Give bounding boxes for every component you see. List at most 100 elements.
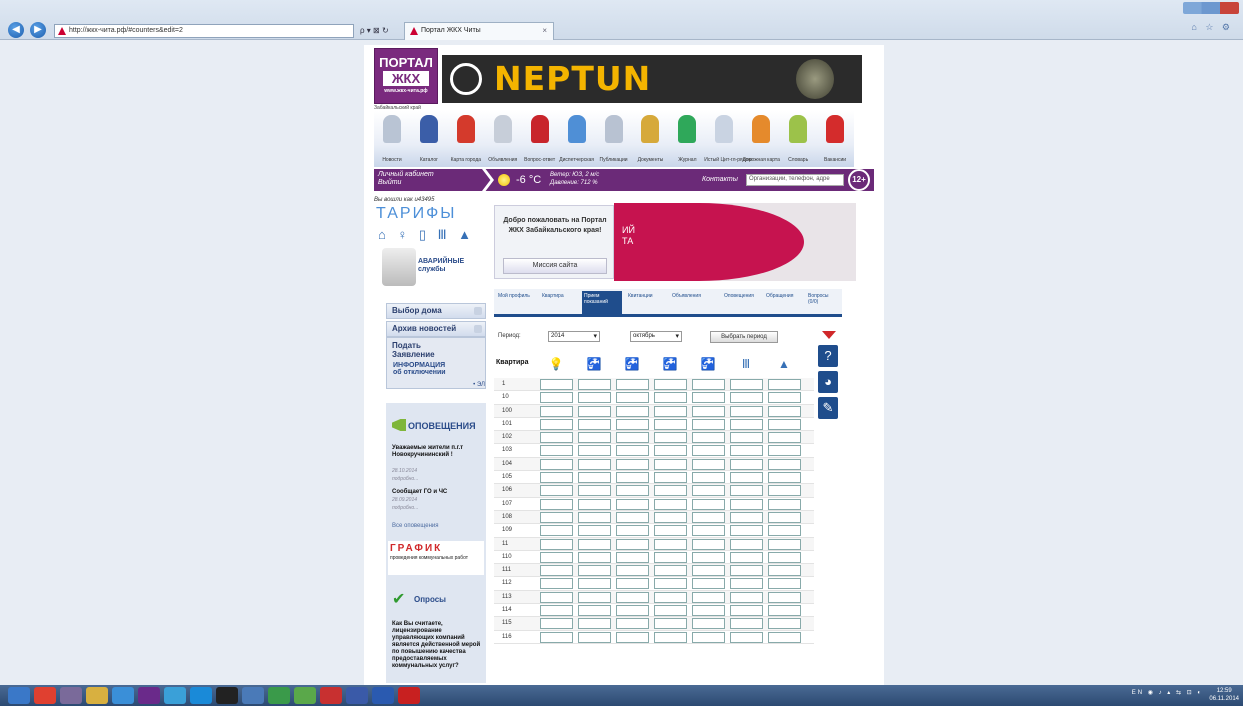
meter-reading-input[interactable]	[616, 405, 649, 417]
meter-reading-input[interactable]	[540, 618, 573, 630]
meter-reading-input[interactable]	[730, 591, 763, 603]
meter-reading-input[interactable]	[616, 458, 649, 470]
meter-reading-input[interactable]	[692, 498, 725, 510]
edit-icon[interactable]: ✎	[818, 397, 838, 419]
meter-reading-input[interactable]	[692, 485, 725, 497]
meter-reading-input[interactable]	[540, 591, 573, 603]
nav-icon-item[interactable]: Публикации	[594, 115, 634, 163]
meter-reading-input[interactable]	[768, 418, 801, 430]
taskbar-app-icon[interactable]	[346, 687, 368, 704]
meter-reading-input[interactable]	[578, 405, 611, 417]
tab-item[interactable]: Мой профиль	[496, 291, 536, 315]
meter-reading-input[interactable]	[768, 525, 801, 537]
news-archive-button[interactable]: Архив новостей	[386, 321, 486, 337]
taskbar-app-icon[interactable]	[164, 687, 186, 704]
tab-item[interactable]: Оповещения	[722, 291, 762, 315]
meter-reading-input[interactable]	[692, 405, 725, 417]
meter-reading-input[interactable]	[578, 445, 611, 457]
meter-reading-input[interactable]	[768, 432, 801, 444]
taskbar-app-icon[interactable]	[372, 687, 394, 704]
nav-icon-item[interactable]: Объявления	[483, 115, 523, 163]
taskbar-app-icon[interactable]	[112, 687, 134, 704]
meter-reading-input[interactable]	[768, 578, 801, 590]
meter-reading-input[interactable]	[616, 618, 649, 630]
meter-reading-input[interactable]	[730, 432, 763, 444]
ad-banner[interactable]: NEPTUN	[442, 55, 862, 103]
meter-reading-input[interactable]	[540, 578, 573, 590]
meter-reading-input[interactable]	[540, 498, 573, 510]
taskbar-app-icon[interactable]	[60, 687, 82, 704]
meter-reading-input[interactable]	[616, 379, 649, 390]
meter-reading-input[interactable]	[616, 591, 649, 603]
meter-reading-input[interactable]	[540, 525, 573, 537]
meter-reading-input[interactable]	[654, 565, 687, 577]
meter-reading-input[interactable]	[692, 618, 725, 630]
meter-reading-input[interactable]	[540, 551, 573, 563]
tab-item[interactable]: Прием показаний	[582, 291, 622, 315]
nav-icon-item[interactable]: Вакансии	[815, 115, 855, 163]
taskbar-app-icon[interactable]	[86, 687, 108, 704]
nav-icon-item[interactable]: Карта города	[446, 115, 486, 163]
meter-reading-input[interactable]	[692, 565, 725, 577]
meter-reading-input[interactable]	[692, 551, 725, 563]
meter-reading-input[interactable]	[730, 565, 763, 577]
meter-reading-input[interactable]	[540, 458, 573, 470]
meter-reading-input[interactable]	[692, 525, 725, 537]
meter-reading-input[interactable]	[730, 511, 763, 523]
month-select[interactable]: октябрь	[630, 331, 682, 342]
submit-request-block[interactable]: Подать Заявление ИНФОРМАЦИЯ об отключени…	[386, 337, 486, 389]
tariffs-title[interactable]: ТАРИФЫ	[376, 205, 456, 223]
meter-reading-input[interactable]	[692, 511, 725, 523]
meter-reading-input[interactable]	[616, 445, 649, 457]
meter-reading-input[interactable]	[768, 458, 801, 470]
meter-reading-input[interactable]	[768, 631, 801, 643]
meter-reading-input[interactable]	[730, 538, 763, 550]
polls-title[interactable]: Опросы	[414, 595, 446, 604]
nav-icon-item[interactable]: Истый Цит-гл-рядом	[704, 115, 752, 163]
tab-item[interactable]: Обращения	[764, 291, 804, 315]
taskbar-app-icon[interactable]	[320, 687, 342, 704]
meter-reading-input[interactable]	[578, 432, 611, 444]
meter-reading-input[interactable]	[768, 591, 801, 603]
mission-button[interactable]: Миссия сайта	[503, 258, 607, 274]
meter-reading-input[interactable]	[692, 605, 725, 617]
nav-icon-item[interactable]: Каталог	[409, 115, 449, 163]
meter-reading-input[interactable]	[654, 472, 687, 484]
meter-reading-input[interactable]	[578, 498, 611, 510]
meter-reading-input[interactable]	[692, 392, 725, 404]
meter-reading-input[interactable]	[654, 445, 687, 457]
meter-reading-input[interactable]	[730, 472, 763, 484]
forward-button[interactable]: ▶	[30, 22, 46, 38]
meter-reading-input[interactable]	[692, 458, 725, 470]
meter-reading-input[interactable]	[730, 498, 763, 510]
meter-reading-input[interactable]	[768, 538, 801, 550]
meter-reading-input[interactable]	[578, 472, 611, 484]
window-controls[interactable]	[1183, 2, 1239, 14]
tariff-icons[interactable]: ⌂ ♀ ▯ Ⅲ ▲	[378, 227, 475, 243]
meter-reading-input[interactable]	[540, 418, 573, 430]
meter-reading-input[interactable]	[540, 405, 573, 417]
meter-reading-input[interactable]	[616, 472, 649, 484]
notice-more-link[interactable]: подробно...	[392, 476, 418, 482]
meter-reading-input[interactable]	[540, 392, 573, 404]
meter-reading-input[interactable]	[540, 472, 573, 484]
meter-reading-input[interactable]	[578, 591, 611, 603]
meter-reading-input[interactable]	[730, 631, 763, 643]
meter-reading-input[interactable]	[768, 485, 801, 497]
taskbar-app-icon[interactable]	[398, 687, 420, 704]
meter-reading-input[interactable]	[616, 551, 649, 563]
tab-close-icon[interactable]: ×	[542, 23, 547, 39]
meter-reading-input[interactable]	[540, 485, 573, 497]
meter-reading-input[interactable]	[654, 618, 687, 630]
meter-reading-input[interactable]	[692, 578, 725, 590]
meter-reading-input[interactable]	[730, 485, 763, 497]
meter-reading-input[interactable]	[654, 578, 687, 590]
meter-reading-input[interactable]	[654, 511, 687, 523]
meter-reading-input[interactable]	[730, 525, 763, 537]
meter-reading-input[interactable]	[578, 605, 611, 617]
meter-reading-input[interactable]	[616, 485, 649, 497]
meter-reading-input[interactable]	[692, 379, 725, 390]
taskbar-app-icon[interactable]	[268, 687, 290, 704]
meter-reading-input[interactable]	[578, 485, 611, 497]
meter-reading-input[interactable]	[654, 392, 687, 404]
